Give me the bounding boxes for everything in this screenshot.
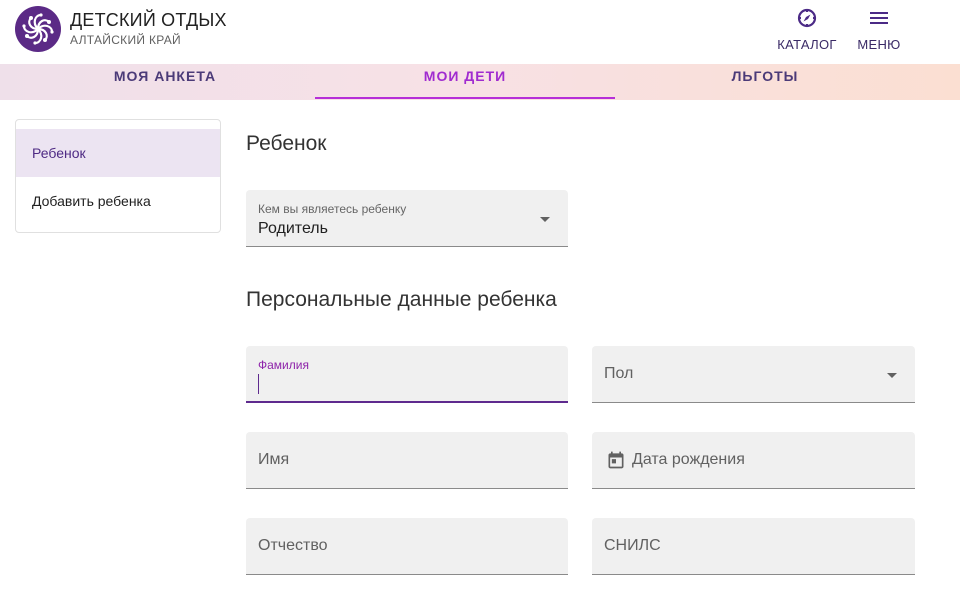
first-name-input[interactable]: Имя [246, 432, 568, 489]
snils-placeholder: СНИЛС [604, 537, 661, 554]
dropdown-arrow-icon [540, 217, 550, 222]
sidebar-item-add-child[interactable]: Добавить ребенка [16, 177, 220, 225]
tab-my-children[interactable]: МОИ ДЕТИ [315, 64, 615, 100]
catalog-label: КАТАЛОГ [777, 37, 837, 52]
tab-bar: МОЯ АНКЕТА МОИ ДЕТИ ЛЬГОТЫ [0, 64, 960, 100]
menu-label: МЕНЮ [857, 37, 901, 52]
birth-date-input[interactable]: Дата рождения [592, 432, 915, 489]
surname-label: Фамилия [258, 358, 309, 372]
gender-select[interactable]: Пол [592, 346, 915, 403]
tab-my-profile[interactable]: МОЯ АНКЕТА [15, 64, 315, 100]
tab-benefits[interactable]: ЛЬГОТЫ [615, 64, 915, 100]
calendar-icon[interactable] [606, 450, 626, 470]
catalog-button[interactable]: КАТАЛОГ [774, 6, 840, 56]
surname-input[interactable]: Фамилия [246, 346, 568, 403]
sidebar-item-child[interactable]: Ребенок [16, 129, 220, 177]
app-header: ДЕТСКИЙ ОТДЫХ АЛТАЙСКИЙ КРАЙ КАТАЛОГ МЕН… [0, 0, 960, 64]
gender-placeholder: Пол [604, 365, 634, 382]
brand-title: ДЕТСКИЙ ОТДЫХ [70, 10, 227, 30]
birth-date-placeholder: Дата рождения [632, 451, 745, 468]
active-tab-indicator [315, 97, 615, 99]
patronymic-input[interactable]: Отчество [246, 518, 568, 575]
compass-icon [797, 8, 817, 28]
relation-select[interactable]: Кем вы являетесь ребенку Родитель [246, 190, 568, 247]
section-heading-personal-data: Персональные данные ребенка [246, 288, 557, 311]
text-cursor [258, 374, 259, 394]
brand-subtitle: АЛТАЙСКИЙ КРАЙ [70, 33, 181, 47]
patronymic-placeholder: Отчество [258, 537, 328, 554]
relation-select-label: Кем вы являетесь ребенку [258, 202, 407, 216]
dropdown-arrow-icon [887, 373, 897, 378]
menu-button[interactable]: МЕНЮ [854, 6, 904, 56]
snils-input[interactable]: СНИЛС [592, 518, 915, 575]
relation-select-value: Родитель [258, 220, 328, 237]
side-menu: Ребенок Добавить ребенка [15, 119, 221, 233]
first-name-placeholder: Имя [258, 451, 290, 468]
section-heading-child: Ребенок [246, 132, 327, 155]
hamburger-menu-icon [870, 12, 888, 24]
spiral-logo-icon[interactable] [15, 6, 61, 52]
